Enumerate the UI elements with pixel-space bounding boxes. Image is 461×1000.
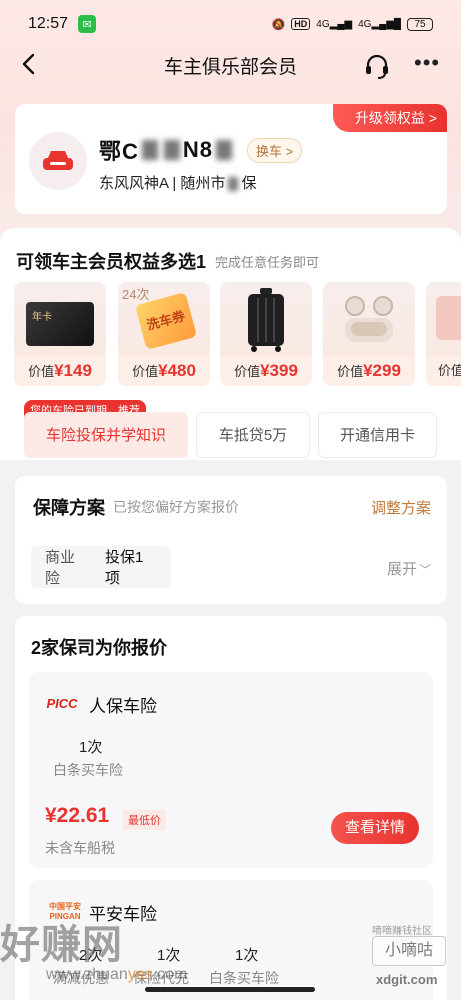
watermark-brand: 好赚网 — [0, 923, 123, 967]
benefit-price: 价值 — [426, 356, 461, 386]
quote-item-picc: PICC 人保车险 1次 白条买车险 ¥22.61 最低价 未含车船税 查看详情 — [29, 672, 433, 868]
home-indicator[interactable] — [145, 987, 315, 992]
chevron-down-icon: ﹀ — [418, 563, 431, 577]
view-details-button[interactable]: 查看详情 — [331, 812, 419, 844]
plan-subtitle: 已按您偏好方案报价 — [113, 499, 239, 515]
change-car-button[interactable]: 换车 > — [247, 137, 303, 163]
tax-note: 未含车船税 — [45, 840, 115, 856]
blurred-region — [141, 140, 158, 160]
watermark-url: www.zhuanyes.com — [46, 966, 188, 983]
stat-value: 1次 — [79, 739, 103, 756]
watermark-community: 嘀嘀赚钱社区 — [372, 926, 432, 937]
quote-price: ¥22.61 — [45, 804, 110, 827]
earphones-icon — [345, 296, 393, 342]
benefits-title: 可领车主会员权益多选1 — [16, 252, 207, 272]
car-location-suffix: 保 — [241, 175, 257, 192]
benefit-card-more[interactable]: 价值 — [426, 282, 461, 386]
chip-category: 商业险 — [45, 549, 76, 587]
expand-toggle[interactable]: 展开 ﹀ — [387, 558, 431, 579]
status-time: 12:57 — [28, 15, 69, 32]
more-benefit-image — [436, 296, 461, 340]
member-card: 升级领权益 > 鄂C N8 换车 > 东风风神A | 随州市保 — [15, 104, 447, 214]
hd-badge: HD — [291, 18, 311, 30]
car-info: 东风风神A | 随州市保 — [99, 172, 256, 193]
suitcase-icon — [248, 288, 284, 352]
blurred-region — [163, 140, 180, 160]
coverage-plan-card: 保障方案 已按您偏好方案报价 调整方案 商业险 投保1项 展开 ﹀ — [15, 476, 447, 604]
commercial-insurance-chip: 商业险 投保1项 — [31, 546, 171, 588]
stat-label: 白条买车险 — [53, 762, 123, 778]
blurred-region — [228, 177, 239, 192]
task-car-loan-button[interactable]: 车抵贷5万 — [196, 412, 310, 458]
benefit-price: 价值¥149 — [14, 356, 106, 386]
mute-icon: 🔕 — [271, 18, 286, 31]
annual-card-image: 年卡 — [26, 302, 94, 346]
adjust-plan-link[interactable]: 调整方案 — [371, 497, 431, 518]
benefit-card-carwash[interactable]: 24次 洗车券 价值¥480 — [118, 282, 210, 386]
stat-label: 白条买车险 — [209, 970, 279, 986]
page-title: 车主俱乐部会员 — [163, 56, 297, 78]
car-model: 东风风神A — [99, 175, 169, 192]
benefit-price: 价值¥299 — [323, 356, 415, 386]
lowest-price-badge: 最低价 — [123, 810, 166, 830]
nav-bar: 车主俱乐部会员 ••• — [0, 42, 461, 88]
car-icon — [43, 151, 73, 170]
plate-line: 鄂C N8 换车 > — [99, 134, 303, 166]
blurred-region — [216, 140, 233, 160]
status-indicators: 🔕 HD 4G▂▄▆ 4G▂▄▆█ 75 — [271, 17, 433, 31]
plate-number-end: N8 — [182, 137, 214, 162]
car-location: | 随州市 — [172, 175, 226, 192]
signal-2: 4G▂▄▆█ — [358, 18, 401, 30]
battery-icon: 75 — [407, 17, 433, 31]
status-bar: 12:57 ✉ 🔕 HD 4G▂▄▆ 4G▂▄▆█ 75 — [0, 0, 461, 48]
picc-logo-icon: PICC — [46, 695, 78, 711]
chip-value: 投保1项 — [104, 549, 144, 587]
benefit-price: 价值¥480 — [118, 356, 210, 386]
plate-number-start: 鄂C — [99, 139, 139, 164]
task-credit-card-button[interactable]: 开通信用卡 — [318, 412, 437, 458]
benefit-card-earphones[interactable]: 价值¥299 — [323, 282, 415, 386]
benefit-price: 价值¥399 — [220, 356, 312, 386]
more-options-icon[interactable]: ••• — [414, 52, 444, 78]
car-avatar — [29, 132, 87, 190]
task-insurance-button[interactable]: 车险投保并学知识 — [24, 412, 188, 458]
count-badge: 24次 — [122, 287, 150, 302]
watermark-small-url: xdgit.com — [376, 972, 438, 987]
plan-title: 保障方案 — [33, 498, 105, 518]
wechat-icon: ✉ — [78, 15, 97, 33]
back-arrow-icon[interactable] — [16, 50, 44, 78]
signal-1: 4G▂▄▆ — [316, 18, 353, 30]
benefits-subtitle: 完成任意任务即可 — [215, 255, 320, 270]
benefit-card-annual[interactable]: 年卡 价值¥149 — [14, 282, 106, 386]
customer-service-icon[interactable] — [362, 51, 392, 81]
stat-value: 1次 — [235, 947, 259, 964]
stat-value: 1次 — [157, 947, 181, 964]
benefits-panel: 可领车主会员权益多选1 完成任意任务即可 年卡 价值¥149 24次 洗车券 价… — [0, 228, 461, 460]
upgrade-benefits-button[interactable]: 升级领权益 > — [332, 104, 447, 132]
insurer-name: 人保车险 — [89, 697, 157, 716]
benefit-card-suitcase[interactable]: 价值¥399 — [220, 282, 312, 386]
quotes-title: 2家保司为你报价 — [31, 638, 168, 658]
watermark-small-brand: 小嘀咕 — [372, 936, 446, 966]
